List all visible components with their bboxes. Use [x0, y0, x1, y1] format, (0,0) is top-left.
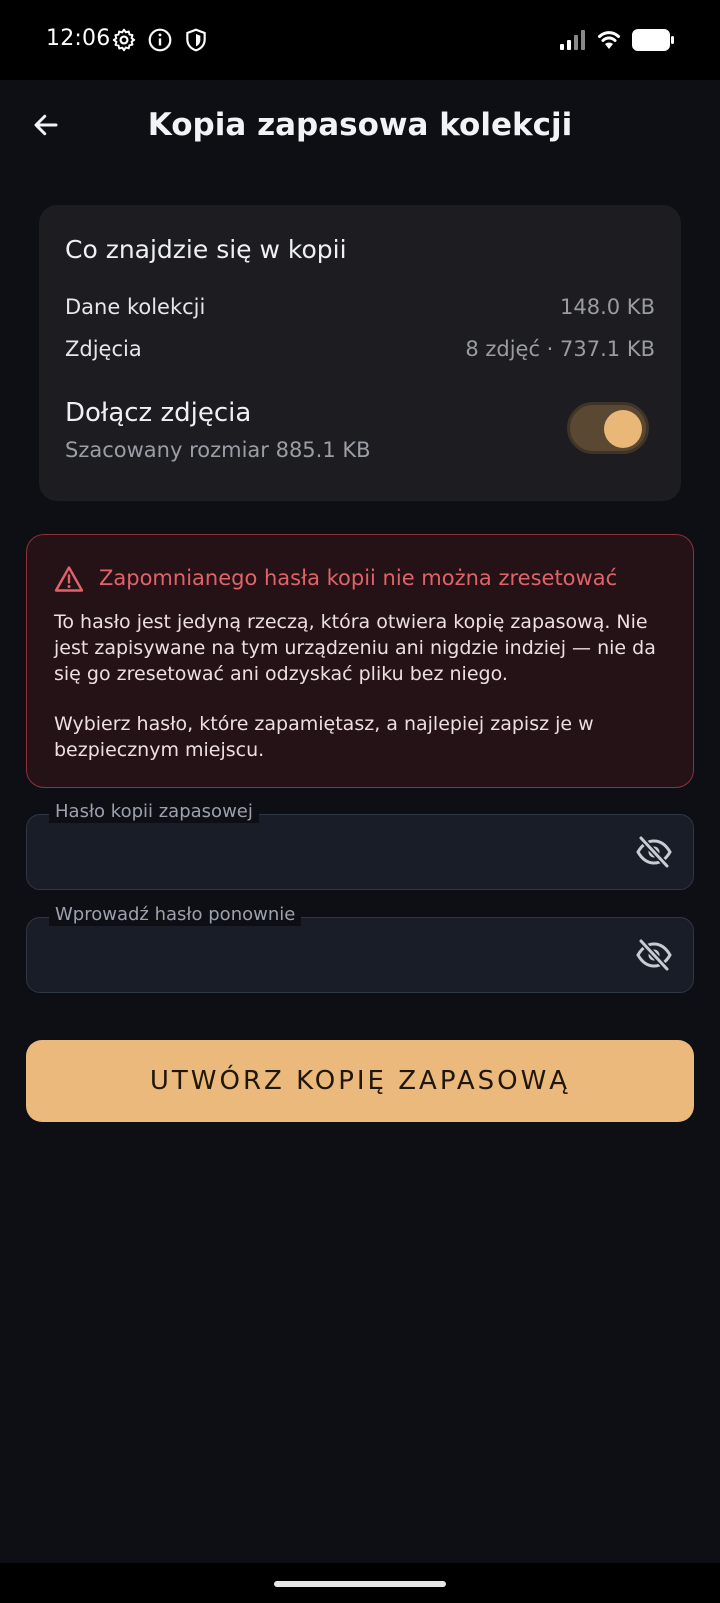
warning-hint: Wybierz hasło, które zapamiętasz, a najl…	[54, 713, 594, 761]
warning-title: Zapomnianego hasła kopii nie można zrese…	[99, 566, 618, 590]
battery-icon	[632, 29, 674, 51]
backup-summary-card: Co znajdzie się w kopii Dane kolekcji 14…	[39, 205, 681, 501]
gesture-nav-bar	[0, 1563, 720, 1603]
warning-triangle-icon	[54, 566, 84, 592]
info-icon	[148, 28, 172, 52]
home-indicator[interactable]	[274, 1581, 446, 1587]
confirm-field-label: Wprowadź hasło ponownie	[49, 904, 302, 926]
status-time: 12:06	[46, 26, 111, 51]
password-field: Hasło kopii zapasowej	[26, 801, 694, 890]
include-photos-label: Dołącz zdjęcia	[65, 398, 252, 428]
summary-title: Co znajdzie się w kopii	[65, 235, 347, 264]
page-title: Kopia zapasowa kolekcji	[147, 107, 573, 143]
collection-data-label: Dane kolekcji	[65, 295, 206, 319]
password-warning: Zapomnianego hasła kopii nie można zrese…	[26, 534, 694, 788]
photos-value: 8 zdjęć · 737.1 KB	[465, 337, 655, 361]
eye-off-icon[interactable]	[635, 835, 673, 869]
photos-label: Zdjęcia	[65, 337, 142, 361]
warning-body: To hasło jest jedyną rzeczą, która otwie…	[54, 611, 656, 685]
wifi-icon	[598, 31, 620, 49]
eye-off-icon[interactable]	[635, 938, 673, 972]
estimated-size: Szacowany rozmiar 885.1 KB	[65, 438, 371, 462]
gear-icon	[112, 28, 136, 52]
toggle-knob	[604, 410, 642, 448]
password-input[interactable]	[49, 831, 609, 871]
app-bar: Kopia zapasowa kolekcji	[0, 80, 720, 172]
password-field-label: Hasło kopii zapasowej	[49, 801, 259, 823]
confirm-password-input[interactable]	[49, 934, 609, 974]
signal-icon	[560, 30, 585, 50]
create-backup-button[interactable]: UTWÓRZ KOPIĘ ZAPASOWĄ	[26, 1040, 694, 1122]
collection-data-value: 148.0 KB	[560, 295, 655, 319]
status-bar: 12:06	[0, 0, 720, 80]
shield-icon	[186, 28, 206, 52]
confirm-password-field: Wprowadź hasło ponownie	[26, 904, 694, 993]
include-photos-toggle[interactable]	[567, 402, 649, 454]
